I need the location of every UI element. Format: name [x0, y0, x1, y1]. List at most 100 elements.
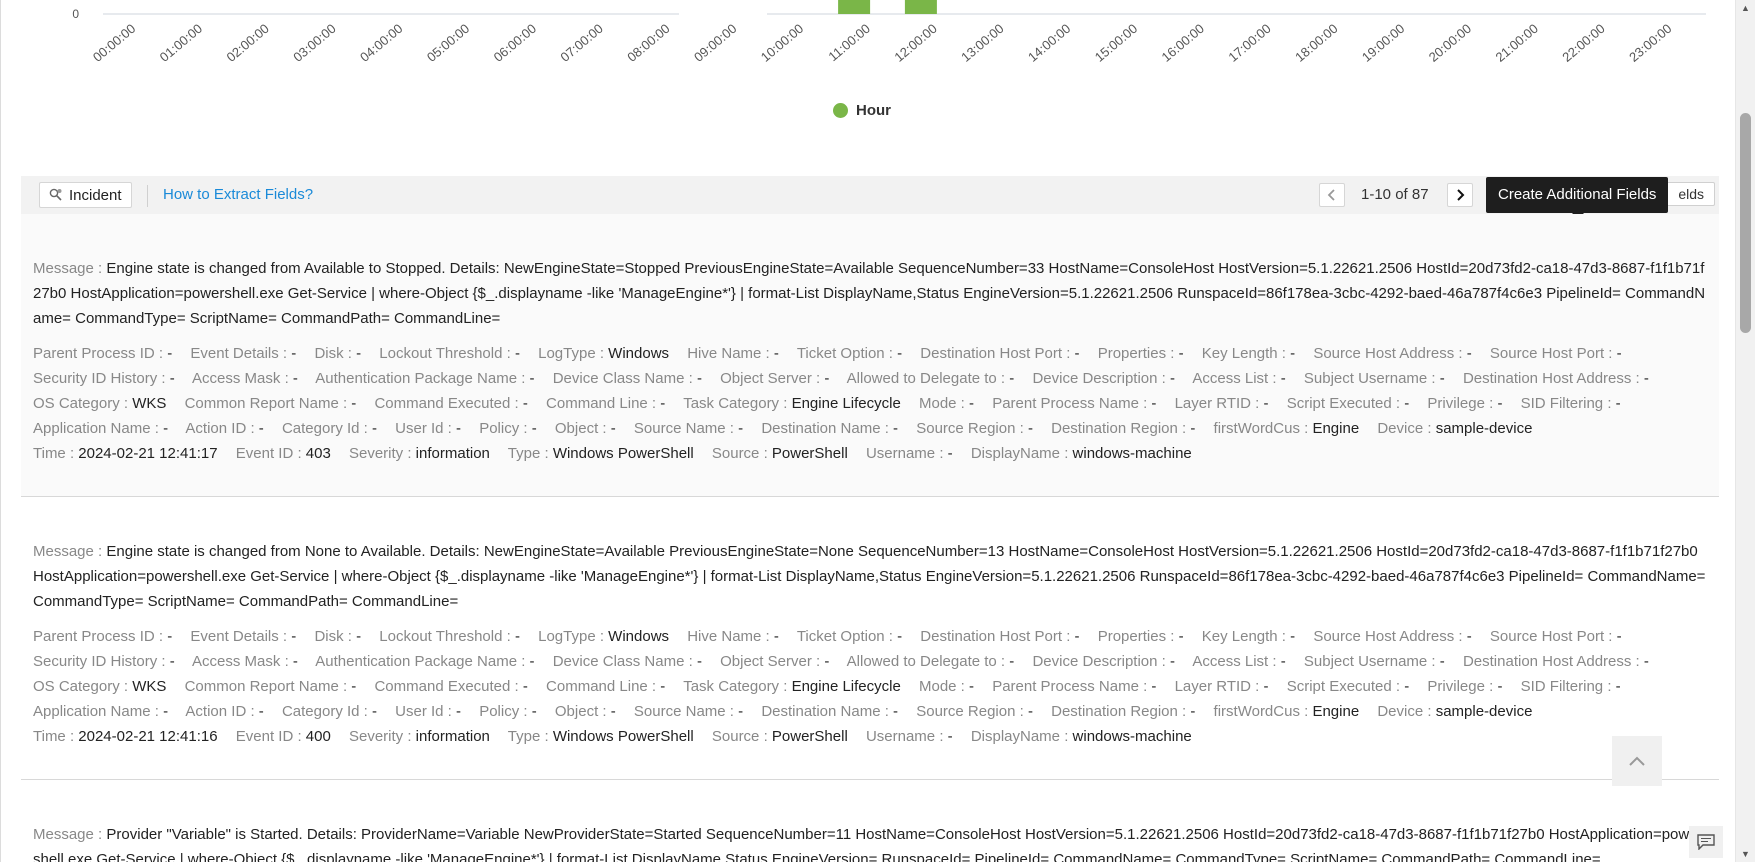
field-value: -: [522, 678, 528, 695]
field-label: DisplayName :: [970, 728, 1073, 745]
event-field: Policy : -: [479, 703, 537, 720]
message-text: Engine state is changed from Available t…: [33, 260, 1706, 327]
x-tick-label: 17:00:00: [1225, 21, 1273, 65]
field-label: Parent Process ID :: [33, 345, 168, 362]
field-label: Time :: [33, 445, 79, 462]
field-label: Source Name :: [633, 703, 739, 720]
x-tick-label: 04:00:00: [357, 21, 405, 65]
event-field: Authentication Package Name : -: [315, 370, 534, 387]
field-value: -: [1615, 678, 1621, 695]
field-label: Policy :: [479, 703, 532, 720]
event-field: Parent Process ID : -: [33, 345, 172, 362]
field-label: OS Category :: [33, 678, 133, 695]
event-field: Event ID : 403: [236, 445, 331, 462]
event-field: OS Category : WKS: [33, 678, 166, 695]
event-field: Policy : -: [479, 420, 537, 437]
field-value: Windows: [608, 345, 670, 362]
field-label: Destination Region :: [1051, 420, 1191, 437]
field-value: -: [773, 628, 779, 645]
event-field: Object : -: [555, 703, 616, 720]
field-value: -: [1616, 628, 1622, 645]
field-value: -: [1190, 703, 1196, 720]
field-value: -: [1263, 395, 1269, 412]
event-field: Command Executed : -: [374, 395, 527, 412]
x-tick-label: 23:00:00: [1626, 21, 1674, 65]
field-label: Device Description :: [1032, 653, 1170, 670]
event-field: Mode : -: [919, 678, 974, 695]
field-label: Parent Process Name :: [992, 678, 1152, 695]
chart-legend[interactable]: Hour: [833, 102, 891, 119]
scroll-up-arrow-icon[interactable]: ▲: [1736, 0, 1755, 16]
event-field: Parent Process Name : -: [992, 678, 1156, 695]
event-message: Message : Engine state is changed from N…: [33, 543, 1706, 610]
field-value: -: [292, 370, 298, 387]
event-field: Object : -: [555, 420, 616, 437]
field-label: Source Region :: [916, 420, 1028, 437]
event-field: DisplayName : windows-machine: [971, 445, 1192, 462]
log-event[interactable]: Message : Engine state is changed from A…: [21, 214, 1719, 496]
field-value: -: [1190, 420, 1196, 437]
event-field: Device : sample-device: [1377, 703, 1532, 720]
field-label: Application Name :: [33, 420, 164, 437]
field-value: Engine: [1312, 703, 1360, 720]
field-label: Key Length :: [1201, 345, 1291, 362]
scrollbar-thumb[interactable]: [1740, 113, 1751, 333]
event-field: firstWordCus : Engine: [1214, 420, 1360, 437]
field-value: information: [415, 728, 490, 745]
event-field: Lockout Threshold : -: [379, 345, 520, 362]
event-field: Device Class Name : -: [553, 370, 702, 387]
event-field: LogType : Windows: [538, 345, 669, 362]
field-label: Policy :: [479, 420, 532, 437]
field-label: Device :: [1377, 420, 1436, 437]
x-tick-label: 07:00:00: [557, 21, 605, 65]
scroll-to-top-button[interactable]: [1612, 736, 1662, 786]
field-value: -: [1170, 653, 1175, 670]
event-field: Category Id : -: [282, 420, 377, 437]
field-value: sample-device: [1435, 703, 1533, 720]
log-event[interactable]: Message : Provider "Variable" is Started…: [21, 780, 1719, 862]
event-field: Access List : -: [1192, 370, 1285, 387]
field-label: Authentication Package Name :: [315, 653, 530, 670]
incident-button[interactable]: Incident: [39, 182, 132, 208]
previous-page-button[interactable]: [1319, 183, 1345, 207]
event-field: Event ID : 400: [236, 728, 331, 745]
field-value: -: [947, 728, 953, 745]
field-value: -: [1439, 653, 1445, 670]
field-label: Hive Name :: [687, 628, 774, 645]
field-value: -: [947, 445, 953, 462]
x-tick-label: 16:00:00: [1159, 21, 1207, 65]
field-value: -: [291, 628, 297, 645]
field-value: -: [531, 703, 537, 720]
chat-button[interactable]: [1689, 826, 1723, 858]
field-value: 2024-02-21 12:41:17: [78, 445, 218, 462]
page-scrollbar[interactable]: ▲ ▼: [1735, 0, 1755, 862]
event-field: Privilege : -: [1427, 395, 1502, 412]
log-event[interactable]: Message : Engine state is changed from N…: [21, 497, 1719, 779]
event-field: Time : 2024-02-21 12:41:16: [33, 728, 218, 745]
event-field: Properties : -: [1098, 345, 1184, 362]
field-value: -: [1290, 628, 1296, 645]
field-value: -: [1178, 628, 1184, 645]
event-field: Command Line : -: [546, 678, 665, 695]
next-page-button[interactable]: [1447, 183, 1473, 207]
field-label: Event ID :: [235, 728, 306, 745]
event-field: DisplayName : windows-machine: [971, 728, 1192, 745]
event-field: Access Mask : -: [192, 370, 298, 387]
extract-fields-link[interactable]: How to Extract Fields?: [163, 186, 313, 203]
field-label: Device Description :: [1032, 370, 1170, 387]
field-value: -: [824, 653, 830, 670]
hourly-event-chart: 0 00:00:00 01:00:00 02:00:00 03:00:00 04:00:0…: [72, 0, 1706, 65]
field-value: -: [897, 345, 903, 362]
field-label: Command Executed :: [374, 395, 523, 412]
axis-gap: [679, 0, 767, 16]
field-label: firstWordCus :: [1213, 703, 1313, 720]
field-value: -: [169, 653, 175, 670]
event-field: Access Mask : -: [192, 653, 298, 670]
field-label: OS Category :: [33, 395, 133, 412]
event-field: Category Id : -: [282, 703, 377, 720]
event-field: Common Report Name : -: [185, 395, 357, 412]
field-label: User Id :: [395, 420, 457, 437]
scroll-down-arrow-icon[interactable]: ▼: [1736, 846, 1755, 862]
field-value: windows-machine: [1072, 445, 1192, 462]
field-value: -: [456, 420, 462, 437]
